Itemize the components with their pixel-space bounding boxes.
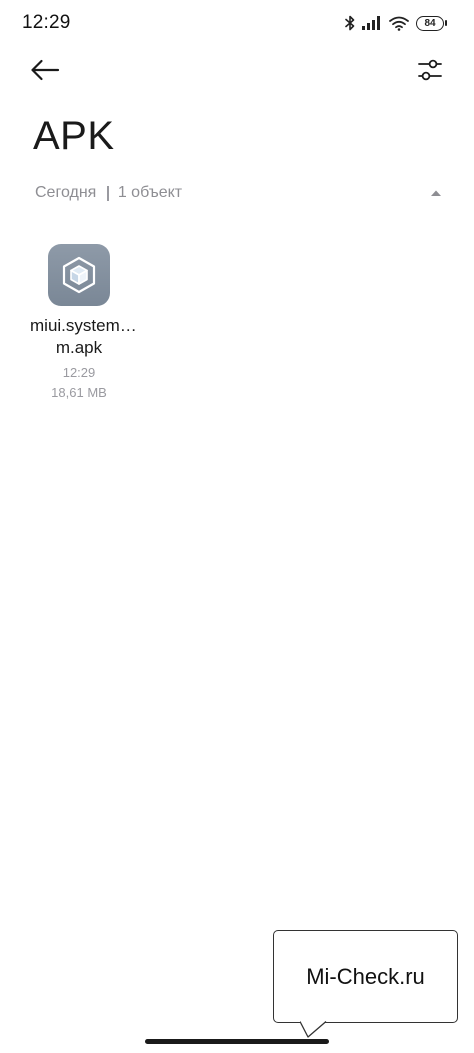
section-date: Сегодня — [35, 184, 97, 201]
file-size: 18,61 MB — [51, 385, 107, 400]
sliders-icon — [418, 56, 442, 89]
battery-icon: 84 — [416, 15, 447, 31]
status-bar: 12:29 84 — [0, 0, 474, 46]
watermark-label: Mi-Check.ru — [273, 930, 458, 1023]
arrow-left-icon — [30, 59, 60, 86]
wifi-icon — [389, 16, 409, 31]
watermark-tail — [300, 1021, 327, 1038]
battery-level: 84 — [424, 17, 436, 29]
home-indicator[interactable] — [145, 1039, 329, 1044]
bluetooth-icon — [345, 15, 355, 31]
section-header: Сегодня 1 объект — [35, 182, 444, 204]
collapse-button[interactable] — [428, 186, 444, 200]
file-time: 12:29 — [62, 365, 96, 380]
signal-icon — [362, 16, 382, 30]
filter-button[interactable] — [416, 56, 444, 88]
section-count: 1 объект — [117, 184, 183, 201]
triangle-up-icon — [430, 184, 442, 202]
package-cube-icon — [48, 244, 110, 306]
page-title: APK — [33, 114, 115, 158]
file-item[interactable]: miui.system…m.apk 12:29 18,61 MB — [30, 244, 137, 403]
status-icons: 84 — [345, 12, 447, 34]
file-name: miui.system…m.apk — [30, 316, 137, 357]
back-button[interactable] — [30, 54, 70, 90]
section-divider — [107, 185, 109, 201]
status-time: 12:29 — [22, 12, 71, 33]
